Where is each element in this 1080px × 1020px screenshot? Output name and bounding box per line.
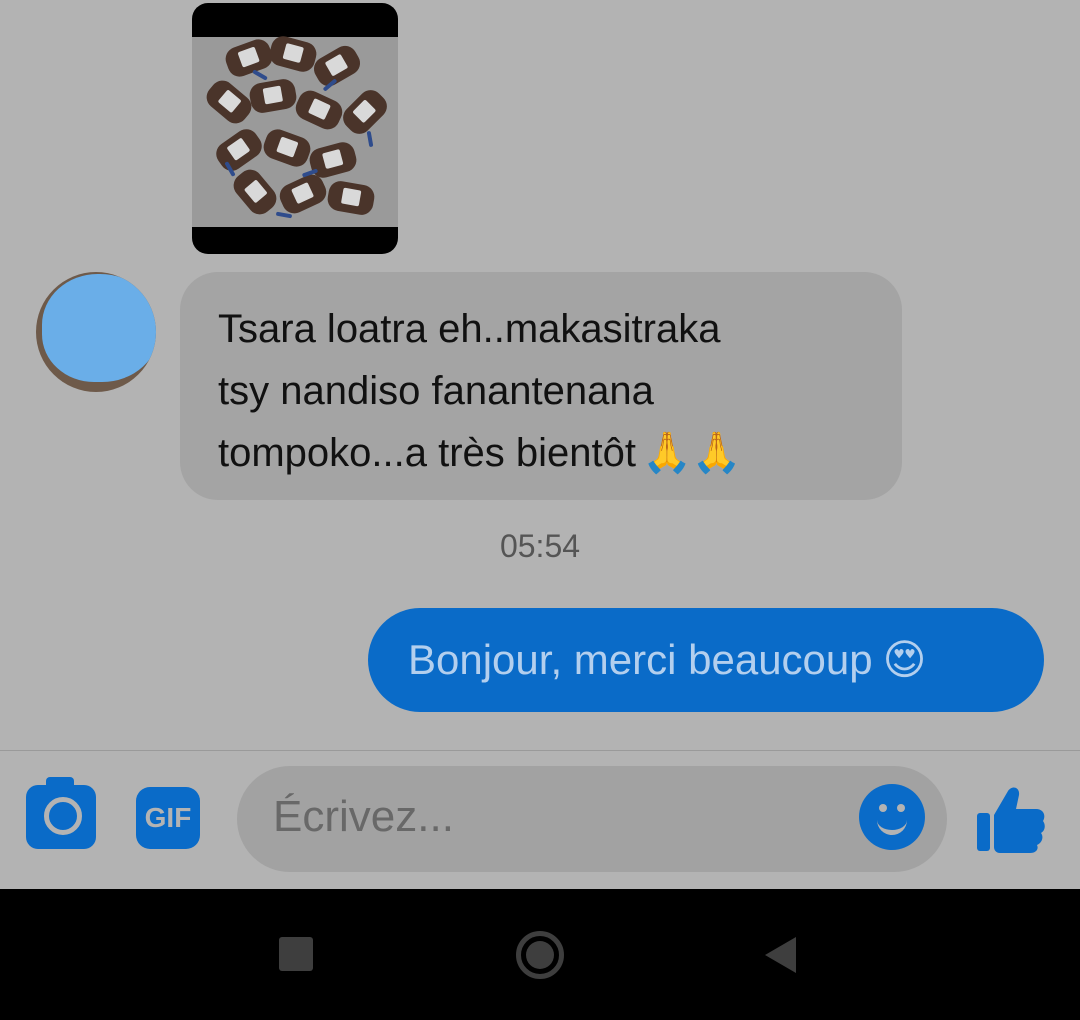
outgoing-message-text: Bonjour, merci beaucoup 😍 <box>408 634 926 686</box>
message-timestamp: 05:54 <box>499 528 581 564</box>
incoming-message-line: tsy nandiso fanantenana <box>218 369 654 413</box>
outgoing-message-bubble[interactable]: Bonjour, merci beaucoup 😍 <box>368 608 1044 712</box>
pastries-image <box>192 33 398 227</box>
message-input-placeholder: Écrivez... <box>273 792 454 841</box>
recent-apps-icon[interactable] <box>279 937 313 971</box>
incoming-message-line: tompoko...a très bientôt 🙏🙏 <box>218 422 888 484</box>
back-icon[interactable] <box>765 937 796 973</box>
folded-hands-emoji: 🙏🙏 <box>642 431 742 475</box>
system-navigation-bar <box>0 889 1080 1020</box>
incoming-message-line: Tsara loatra eh..makasitraka <box>218 307 721 351</box>
heart-eyes-emoji: 😍 <box>882 636 927 683</box>
chat-area: Tsara loatra eh..makasitraka tsy nandiso… <box>0 0 1080 750</box>
message-input[interactable]: Écrivez... <box>237 766 947 872</box>
contact-avatar[interactable] <box>36 272 156 392</box>
message-composer: GIF Écrivez... <box>0 751 1080 889</box>
camera-icon[interactable] <box>26 777 96 849</box>
incoming-message-bubble[interactable]: Tsara loatra eh..makasitraka tsy nandiso… <box>180 272 902 500</box>
home-icon[interactable] <box>516 931 564 979</box>
emoji-icon[interactable] <box>859 784 925 850</box>
avatar-redaction <box>42 274 156 382</box>
gif-icon[interactable]: GIF <box>136 787 200 849</box>
shared-photo[interactable] <box>192 3 398 254</box>
thumbs-up-icon[interactable] <box>974 783 1046 855</box>
incoming-message-text: Tsara loatra eh..makasitraka tsy nandiso… <box>218 298 888 484</box>
